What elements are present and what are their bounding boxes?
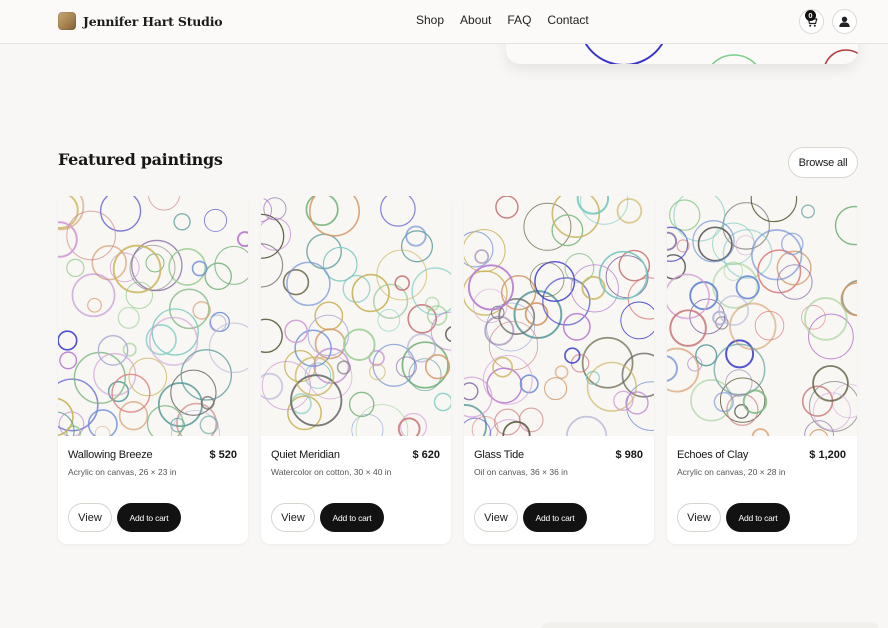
product-title: Echoes of Clay — [677, 449, 749, 461]
product-artwork[interactable] — [261, 196, 451, 436]
product-meta: Acrylic on canvas, 26 × 23 in — [68, 467, 177, 477]
nav-about[interactable]: About — [460, 13, 491, 27]
artwork-canvas — [261, 196, 451, 436]
site-header: Jennifer Hart Studio Shop About FAQ Cont… — [0, 0, 888, 44]
add-to-cart-button[interactable]: Add to cart — [117, 503, 181, 532]
product-artwork[interactable] — [464, 196, 654, 436]
product-title: Glass Tide — [474, 449, 524, 461]
product-card[interactable]: Echoes of Clay $ 1,200 Acrylic on canvas… — [667, 196, 857, 544]
view-button[interactable]: View — [271, 503, 315, 532]
cart-count-badge: 0 — [805, 10, 816, 21]
product-card[interactable]: Glass Tide $ 980 Oil on canvas, 36 × 36 … — [464, 196, 654, 544]
product-price: $ 1,200 — [809, 449, 846, 461]
browse-all-button[interactable]: Browse all — [788, 147, 858, 178]
add-to-cart-button[interactable]: Add to cart — [726, 503, 790, 532]
section-title: Featured paintings — [58, 150, 223, 169]
product-price: $ 980 — [615, 449, 643, 461]
nav-contact[interactable]: Contact — [547, 13, 588, 27]
product-card[interactable]: Quiet Meridian $ 620 Watercolor on cotto… — [261, 196, 451, 544]
brand[interactable]: Jennifer Hart Studio — [58, 12, 223, 30]
add-to-cart-button[interactable]: Add to cart — [320, 503, 384, 532]
main-nav: Shop About FAQ Contact — [416, 13, 605, 27]
product-price: $ 620 — [412, 449, 440, 461]
brand-logo — [58, 12, 76, 30]
artwork-canvas — [667, 196, 857, 436]
footer-edge — [540, 622, 880, 628]
product-card[interactable]: Wallowing Breeze $ 520 Acrylic on canvas… — [58, 196, 248, 544]
product-title: Quiet Meridian — [271, 449, 340, 461]
product-artwork[interactable] — [667, 196, 857, 436]
product-title: Wallowing Breeze — [68, 449, 153, 461]
view-button[interactable]: View — [677, 503, 721, 532]
cart-button[interactable]: 0 — [799, 9, 824, 34]
user-icon — [839, 16, 850, 27]
account-button[interactable] — [832, 9, 857, 34]
view-button[interactable]: View — [68, 503, 112, 532]
nav-faq[interactable]: FAQ — [507, 13, 531, 27]
artwork-canvas — [464, 196, 654, 436]
nav-shop[interactable]: Shop — [416, 13, 444, 27]
product-meta: Watercolor on cotton, 30 × 40 in — [271, 467, 392, 477]
product-meta: Acrylic on canvas, 20 × 28 in — [677, 467, 786, 477]
product-meta: Oil on canvas, 36 × 36 in — [474, 467, 568, 477]
artwork-canvas — [58, 196, 248, 436]
view-button[interactable]: View — [474, 503, 518, 532]
product-artwork[interactable] — [58, 196, 248, 436]
add-to-cart-button[interactable]: Add to cart — [523, 503, 587, 532]
brand-name: Jennifer Hart Studio — [83, 13, 223, 29]
product-price: $ 520 — [209, 449, 237, 461]
